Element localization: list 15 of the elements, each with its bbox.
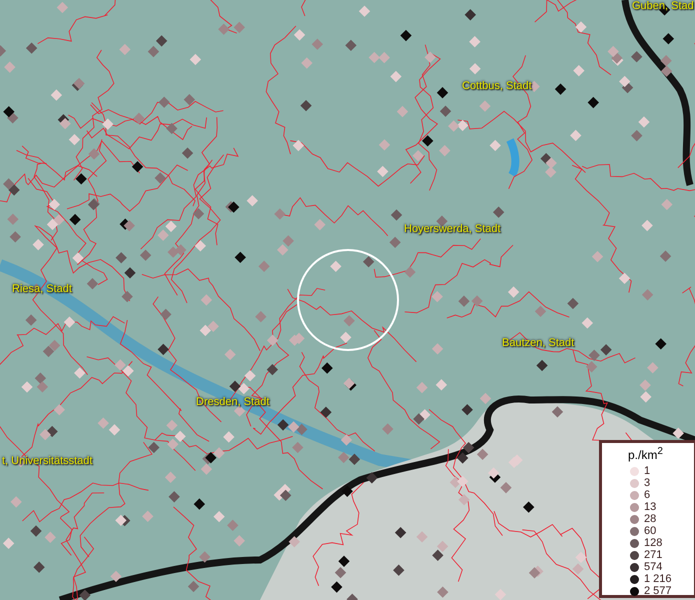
legend-label: 574 (644, 561, 662, 573)
legend-label: 6 (644, 489, 650, 501)
legend-title: p./km$^{2}$ (628, 445, 663, 462)
legend-label: 271 (644, 549, 662, 561)
legend-label: 1 (644, 465, 650, 477)
legend-label: 13 (644, 501, 656, 513)
legend-label: 128 (644, 537, 662, 549)
place-label: Riesa, Stadt (12, 283, 72, 295)
legend-label: 3 (644, 477, 650, 489)
legend-label: 1 216 (644, 573, 672, 585)
legend-label: 2 577 (644, 585, 672, 597)
place-label: Hoyerswerda, Stadt (404, 223, 501, 235)
legend-label: 60 (644, 525, 656, 537)
place-label: Guben, Stad (632, 0, 694, 12)
legend-label: 28 (644, 513, 656, 525)
